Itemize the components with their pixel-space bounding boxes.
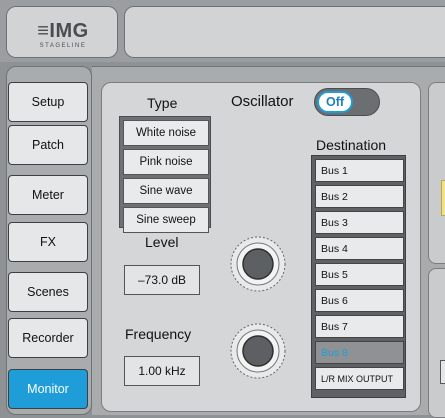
header-display: [124, 6, 445, 58]
oscillator-toggle[interactable]: Off: [314, 88, 380, 116]
nav-setup-button[interactable]: Setup: [8, 82, 88, 122]
destination-heading: Destination: [316, 137, 387, 153]
nav-meter-button[interactable]: Meter: [8, 175, 88, 215]
type-sine-wave-button[interactable]: Sine wave: [123, 178, 209, 204]
frequency-heading: Frequency: [125, 326, 192, 342]
destination-bus-5-button[interactable]: Bus 5: [315, 263, 404, 286]
nav-patch-button[interactable]: Patch: [8, 125, 88, 165]
logo-text: ≡IMG: [37, 20, 89, 42]
oscillator-title: Oscillator: [231, 93, 294, 110]
frequency-value[interactable]: 1.00 kHz: [124, 356, 200, 386]
destination-lr-mix-output-button[interactable]: L/R MIX OUTPUT: [315, 367, 404, 390]
level-heading: Level: [145, 234, 179, 250]
type-selector: White noise Pink noise Sine wave Sine sw…: [119, 116, 211, 233]
right-panel-bottom: [428, 268, 445, 418]
destination-bus-2-button[interactable]: Bus 2: [315, 185, 404, 208]
destination-bus-1-button[interactable]: Bus 1: [315, 159, 404, 182]
destination-selector: Bus 1 Bus 2 Bus 3 Bus 4 Bus 5 Bus 6 Bus …: [311, 155, 406, 398]
type-white-noise-button[interactable]: White noise: [123, 120, 209, 146]
logo: ≡IMG STAGELINE: [6, 6, 118, 58]
destination-bus-3-button[interactable]: Bus 3: [315, 211, 404, 234]
right-panel-top: [428, 82, 445, 264]
nav-fx-button[interactable]: FX: [8, 222, 88, 262]
type-pink-noise-button[interactable]: Pink noise: [123, 149, 209, 175]
nav-scenes-button[interactable]: Scenes: [8, 272, 88, 312]
toggle-off-knob: Off: [317, 91, 353, 113]
destination-bus-8-button[interactable]: Bus 8: [315, 341, 404, 364]
right-small-control[interactable]: [440, 360, 445, 384]
frequency-knob[interactable]: [230, 323, 286, 384]
level-value[interactable]: –73.0 dB: [124, 265, 200, 295]
destination-bus-4-button[interactable]: Bus 4: [315, 237, 404, 260]
yellow-indicator: [441, 180, 445, 216]
level-knob[interactable]: [230, 236, 286, 297]
destination-bus-6-button[interactable]: Bus 6: [315, 289, 404, 312]
nav-monitor-button[interactable]: Monitor: [8, 369, 88, 409]
type-sine-sweep-button[interactable]: Sine sweep: [123, 207, 209, 233]
logo-subtitle: STAGELINE: [39, 43, 87, 49]
destination-bus-7-button[interactable]: Bus 7: [315, 315, 404, 338]
type-heading: Type: [147, 95, 178, 111]
nav-recorder-button[interactable]: Recorder: [8, 318, 88, 358]
